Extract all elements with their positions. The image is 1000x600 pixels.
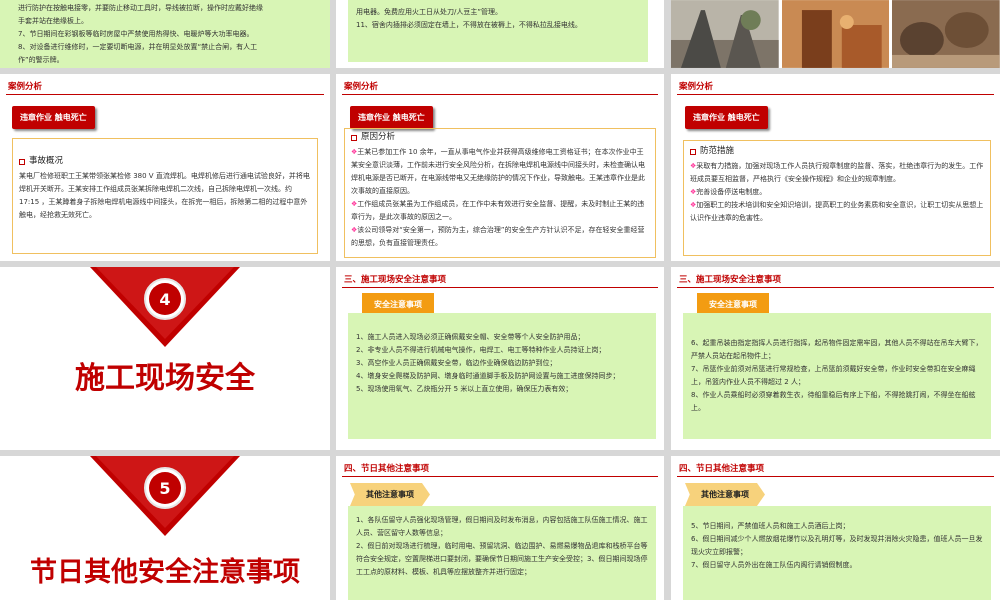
dorm-rules-text: 用电器。免费应用火工日从处刀/人豆主”管理。 11、宿舍内插排必须固定在墙上，不… [348, 0, 648, 62]
title-rule [677, 287, 994, 288]
section-title: 案例分析 [8, 82, 43, 92]
section-title: 案例分析 [344, 82, 379, 92]
title-rule [677, 476, 994, 477]
holiday-rules-box: 1、各队伍留守人员强化现场管理，假日期间及时发布消息，内容包括施工队伍施工情况、… [348, 506, 656, 600]
rule-line: 7、假日留守人员外出在施工队伍内阁行请销假制度。 [691, 561, 857, 569]
section-cover-title: 节日其他安全注意事项 [30, 557, 300, 588]
cause-item: ❖该公司领导对“安全第一，预防为主，综合治理”的安全生产方针认识不足，存在轻安全… [351, 226, 645, 247]
rule-line: 2、非专业人员不得进行机械电气操作，电焊工、电工等特种作业人员持证上岗； [356, 346, 606, 354]
rule-line: 11、宿舍内插排必须固定在墙上，不得放在被褥上，不得私拉乱接电线。 [356, 21, 582, 29]
box-heading: 事故概况 [19, 155, 311, 168]
pipes-photo [892, 0, 1000, 68]
heading-label: 防范措施 [700, 146, 735, 156]
notes-tab: 其他注意事项 [350, 483, 430, 506]
rule-line: 7、吊篮作业前须对吊篮进行常规检查，上吊篮前须戴好安全带，作业时安全带扣在安全麻… [691, 365, 976, 386]
section-title: 案例分析 [679, 82, 714, 92]
box-heading: 原因分析 [351, 131, 649, 144]
notes-tab: 其他注意事项 [685, 483, 765, 506]
slide-case-prevention[interactable]: 案例分析 违章作业 触电死亡 防范措施 ❖采取有力措施，加强对现场工作人员执行规… [671, 74, 1000, 261]
slide-case-overview[interactable]: 案例分析 违章作业 触电死亡 事故概况 某电厂检修班职工王某带领张某检修 380… [0, 74, 330, 261]
slide-site-safety-2[interactable]: 三、施工现场安全注意事项 安全注意事项 6、起重吊装由指定指挥人员进行指挥，起吊… [671, 267, 1000, 450]
rule-line: 1、各队伍留守人员强化现场管理，假日期间及时发布消息，内容包括施工队伍施工情况、… [356, 516, 648, 537]
case-overview-box: 事故概况 某电厂检修班职工王某带领张某检修 380 V 直流焊机。电焊机修后进行… [12, 138, 318, 254]
section-title: 四、节日其他注意事项 [344, 464, 430, 474]
square-bullet-icon [19, 158, 25, 165]
incident-badge: 违章作业 触电死亡 [350, 106, 433, 129]
worksite-photo [671, 0, 779, 68]
slide-site-safety-cover[interactable]: 4 施工现场安全 [0, 267, 330, 450]
rule-line: 7、节日期间在彩钢板等临时房屋中严禁使用热得快、电暖炉等大功率电器。 [18, 30, 254, 38]
holiday-rules-box: 5、节日期间，严禁值班人员和施工人员酒后上岗； 6、假日期间减少个人燃放烟花爆竹… [683, 506, 991, 600]
incident-badge: 违章作业 触电死亡 [685, 106, 768, 129]
square-bullet-icon [690, 148, 696, 155]
cause-item: ❖王某已参加工作 10 余年，一直从事电气作业并获得高级维修电工资格证书；在本次… [351, 148, 645, 195]
case-prevention-box: 防范措施 ❖采取有力措施，加强对现场工作人员执行规章制度的监督、落实，杜绝违章行… [683, 140, 991, 256]
site-rules-box: 1、施工人员进入现场必须正确佩戴安全帽、安全带等个人安全防护用品； 2、非专业人… [348, 313, 656, 439]
slide-holiday-cover[interactable]: 5 节日其他安全注意事项 [0, 456, 330, 600]
slide-photos[interactable] [671, 0, 1000, 68]
prevention-item: ❖采取有力措施，加强对现场工作人员执行规章制度的监督、落实，杜绝违章行为的发生。… [690, 162, 984, 183]
title-rule [342, 94, 658, 95]
slide-holiday-2[interactable]: 四、节日其他注意事项 其他注意事项 5、节日期间，严禁值班人员和施工人员酒后上岗… [671, 456, 1000, 600]
rule-line: 进行防护在按触电接零，并要防止移动工具时，导线被拉断，操作时应戴好绝缘 [18, 4, 263, 12]
case-cause-box: 原因分析 ❖王某已参加工作 10 余年，一直从事电气作业并获得高级维修电工资格证… [344, 128, 656, 258]
section-title: 三、施工现场安全注意事项 [344, 275, 447, 285]
rule-line: 手套并站在绝缘板上。 [18, 17, 88, 25]
section-number: 4 [159, 290, 170, 309]
section-cover-title: 施工现场安全 [75, 361, 255, 396]
title-rule [677, 94, 994, 95]
rule-line: 6、起重吊装由指定指挥人员进行指挥，起吊物件固定需牢固，其他人员不得站在吊车大臂… [691, 339, 983, 360]
rule-line: 6、假日期间减少个人燃放烟花爆竹以及孔明灯等，及时发现并消除火灾隐患，值班人员一… [691, 535, 983, 556]
title-rule [342, 476, 658, 477]
cause-item: ❖工作组成员张某虽为工作组成员，在工作中未有效进行安全监督、提醒，未及时制止王某… [351, 200, 645, 221]
slide-dorm-rules-cont[interactable]: 用电器。免费应用火工日从处刀/人豆主”管理。 11、宿舍内插排必须固定在墙上，不… [336, 0, 664, 68]
photo-strip [671, 0, 1000, 68]
section-triangle-icon: 5 [90, 456, 240, 536]
rule-line: 1、施工人员进入现场必须正确佩戴安全帽、安全带等个人安全防护用品； [356, 333, 585, 341]
overview-text: 某电厂检修班职工王某带领张某检修 380 V 直流焊机。电焊机修后进行通电试验良… [19, 172, 310, 219]
rule-line: 4、墩身安全爬梯及防护网、墩身临时通道脚手板及防护网设置与施工进度保持同步； [356, 372, 620, 380]
worker-photo [781, 0, 890, 68]
rule-line: 5、现场使用氧气、乙炔瓶分开 5 米以上直立使用，确保压力表有效； [356, 385, 573, 393]
slide-grid: 进行防护在按触电接零，并要防止移动工具时，导线被拉断，操作时应戴好绝缘 手套并站… [0, 0, 1000, 600]
slide-holiday-1[interactable]: 四、节日其他注意事项 其他注意事项 1、各队伍留守人员强化现场管理，假日期间及时… [336, 456, 664, 600]
rule-line: 3、高空作业人员正确佩戴安全带，临边作业确保临边防护到位； [356, 359, 557, 367]
slide-electric-rules-cont[interactable]: 进行防护在按触电接零，并要防止移动工具时，导线被拉断，操作时应戴好绝缘 手套并站… [0, 0, 330, 68]
rule-line: 8、对设备进行维修时，一定要切断电源，并在明显处放置“禁止合闸，有人工 [18, 43, 258, 51]
rule-line: 作”的警示牌。 [18, 56, 64, 64]
incident-badge: 违章作业 触电死亡 [12, 106, 95, 129]
prevention-item: ❖加强职工的技术培训和安全知识培训，提高职工的业务素质和安全意识，让职工切实从思… [690, 201, 984, 222]
slide-case-cause[interactable]: 案例分析 违章作业 触电死亡 原因分析 ❖王某已参加工作 10 余年，一直从事电… [336, 74, 664, 261]
title-rule [342, 287, 658, 288]
square-bullet-icon [351, 134, 357, 141]
section-title: 四、节日其他注意事项 [679, 464, 765, 474]
heading-label: 事故概况 [29, 156, 64, 166]
rule-line: 用电器。免费应用火工日从处刀/人豆主”管理。 [356, 8, 502, 16]
rule-line: 8、作业人员乘船时必须穿着救生衣，待船靠稳后有序上下船，不得抢跳打闹，不得坐在船… [691, 391, 976, 412]
heading-label: 原因分析 [361, 132, 396, 142]
section-number: 5 [159, 479, 170, 498]
slide-site-safety-1[interactable]: 三、施工现场安全注意事项 安全注意事项 1、施工人员进入现场必须正确佩戴安全帽、… [336, 267, 664, 450]
rule-line: 2、假日前对现场进行梳理，临时用电、预留坑洞、临边围护、易燃易爆物品退库和栈桥平… [356, 542, 648, 576]
box-heading: 防范措施 [690, 145, 984, 158]
title-rule [6, 94, 324, 95]
rule-line: 5、节日期间，严禁值班人员和施工人员酒后上岗； [691, 522, 850, 530]
prevention-item: ❖完善设备停送电制度。 [690, 188, 767, 196]
section-title: 三、施工现场安全注意事项 [679, 275, 782, 285]
electric-rules-text: 进行防护在按触电接零，并要防止移动工具时，导线被拉断，操作时应戴好绝缘 手套并站… [10, 0, 330, 68]
section-triangle-icon: 4 [90, 267, 240, 347]
site-rules-box: 6、起重吊装由指定指挥人员进行指挥，起吊物件固定需牢固，其他人员不得站在吊车大臂… [683, 313, 991, 439]
